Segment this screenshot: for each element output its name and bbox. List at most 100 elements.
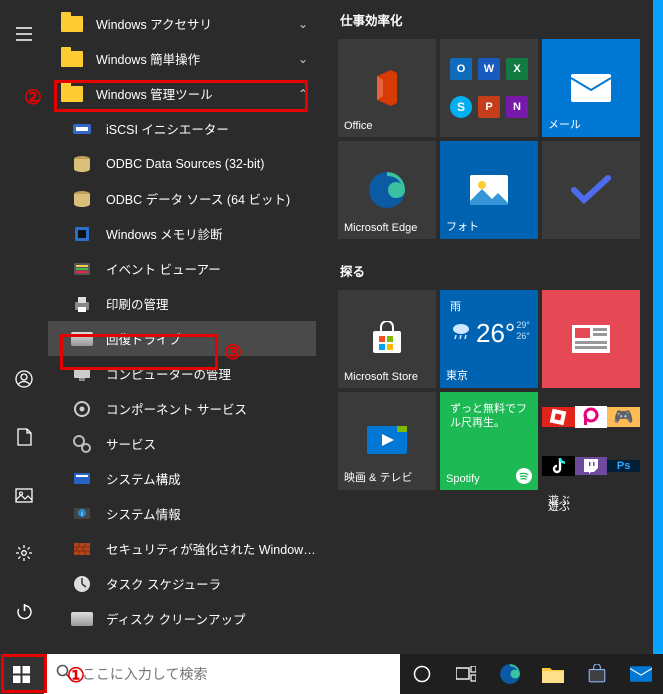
app-windows-defender-firewall[interactable]: セキュリティが強化された Windows Def...	[48, 531, 316, 566]
cortana-button[interactable]	[400, 654, 444, 694]
app-folder-windows-admin-tools[interactable]: Windows 管理ツール ⌃	[48, 76, 316, 111]
tile-group-title-productivity[interactable]: 仕事効率化	[340, 10, 653, 29]
broom-disk-icon	[70, 607, 94, 631]
tile-play-folder[interactable]: 🎮 Ps 遊ぶ	[542, 392, 640, 490]
odbc-icon	[70, 152, 94, 176]
nav-menu-button[interactable]	[0, 14, 48, 54]
all-apps-list: Windows アクセサリ ⌄ Windows 簡単操作 ⌄ Windows 管…	[48, 0, 316, 655]
powerpoint-icon: P	[478, 96, 500, 118]
app-services[interactable]: サービス	[48, 426, 316, 461]
start-menu: Windows アクセサリ ⌄ Windows 簡単操作 ⌄ Windows 管…	[0, 0, 653, 655]
check-icon	[570, 174, 612, 206]
tile-todo[interactable]	[542, 141, 640, 239]
start-button[interactable]	[0, 654, 44, 694]
user-account-button[interactable]	[0, 359, 48, 399]
compmgmt-icon	[70, 362, 94, 386]
game-icon: 🎮	[607, 407, 640, 427]
app-label: イベント ビューアー	[106, 259, 316, 278]
app-odbc-64[interactable]: ODBC データ ソース (64 ビット)	[48, 181, 316, 216]
skype-icon: S	[450, 96, 472, 118]
photos-icon	[470, 175, 508, 205]
app-folder-windows-accessories[interactable]: Windows アクセサリ ⌄	[48, 6, 316, 41]
taskbar	[0, 654, 663, 694]
app-event-viewer[interactable]: イベント ビューアー	[48, 251, 316, 286]
word-icon: W	[478, 58, 500, 80]
mail-icon	[571, 74, 611, 102]
tile-label: 映画 & テレビ	[344, 469, 412, 485]
app-label: ODBC Data Sources (32-bit)	[106, 157, 316, 171]
gears-icon	[70, 432, 94, 456]
tile-m365-apps[interactable]: O W X S P N	[440, 39, 538, 137]
edge-icon	[367, 170, 407, 210]
tile-mail[interactable]: メール	[542, 39, 640, 137]
app-label: システム構成	[106, 469, 316, 488]
photoshop-icon: Ps	[607, 460, 640, 472]
office-icon	[369, 68, 405, 108]
tile-news[interactable]	[542, 290, 640, 388]
app-memory-diagnostic[interactable]: Windows メモリ診断	[48, 216, 316, 251]
task-view-button[interactable]	[444, 654, 488, 694]
drive-icon	[70, 327, 94, 351]
iscsi-icon	[70, 117, 94, 141]
weather-temp: 26°	[476, 318, 515, 349]
app-odbc-32[interactable]: ODBC Data Sources (32-bit)	[48, 146, 316, 181]
app-label: 印刷の管理	[106, 294, 316, 313]
memory-chip-icon	[70, 222, 94, 246]
app-label: iSCSI イニシエーター	[106, 119, 316, 138]
tile-weather[interactable]: 雨 26° 29° 26° 東京	[440, 290, 538, 388]
folder-icon	[60, 47, 84, 71]
tile-microsoft-store[interactable]: Microsoft Store	[338, 290, 436, 388]
annotation-label-2: ②	[24, 85, 42, 110]
outlook-icon: O	[450, 58, 472, 80]
tile-label: 東京	[446, 367, 468, 383]
tile-edge[interactable]: Microsoft Edge	[338, 141, 436, 239]
app-print-management[interactable]: 印刷の管理	[48, 286, 316, 321]
eventvwr-icon	[70, 257, 94, 281]
app-label: ディスク クリーンアップ	[106, 609, 316, 628]
roblox-icon	[542, 407, 575, 427]
app-system-configuration[interactable]: システム構成	[48, 461, 316, 496]
taskbar-mail[interactable]	[619, 654, 663, 694]
tiktok-icon	[542, 456, 575, 476]
chevron-down-icon: ⌄	[296, 17, 316, 31]
app-folder-windows-ease-of-access[interactable]: Windows 簡単操作 ⌄	[48, 41, 316, 76]
folder-icon	[60, 12, 84, 36]
app-iscsi-initiator[interactable]: iSCSI イニシエーター	[48, 111, 316, 146]
tile-label: Microsoft Edge	[344, 222, 417, 234]
weather-range: 29° 26°	[516, 320, 530, 342]
app-system-information[interactable]: i システム情報	[48, 496, 316, 531]
odbc-icon	[70, 187, 94, 211]
tile-photos[interactable]: フォト	[440, 141, 538, 239]
documents-button[interactable]	[0, 417, 48, 457]
spotify-promo-text: ずっと無料でフル尺再生。	[450, 402, 528, 431]
app-recovery-drive[interactable]: 回復ドライブ	[48, 321, 316, 356]
settings-button[interactable]	[0, 533, 48, 573]
clock-icon	[70, 572, 94, 596]
search-input[interactable]	[82, 666, 388, 682]
tile-label: Microsoft Store	[344, 371, 418, 383]
power-button[interactable]	[0, 591, 48, 631]
app-task-scheduler[interactable]: タスク スケジューラ	[48, 566, 316, 601]
folder-icon	[60, 82, 84, 106]
app-component-services[interactable]: コンポーネント サービス	[48, 391, 316, 426]
store-icon	[369, 321, 405, 357]
taskbar-store[interactable]	[575, 654, 619, 694]
taskbar-explorer[interactable]	[531, 654, 575, 694]
tile-movies-tv[interactable]: 映画 & テレビ	[338, 392, 436, 490]
twitch-icon	[575, 457, 608, 475]
news-icon	[572, 325, 610, 353]
chevron-up-icon: ⌃	[296, 87, 316, 101]
tile-spotify[interactable]: ずっと無料でフル尺再生。 Spotify	[440, 392, 538, 490]
app-computer-management[interactable]: コンピューターの管理	[48, 356, 316, 391]
movies-icon	[367, 426, 407, 456]
app-disk-cleanup[interactable]: ディスク クリーンアップ	[48, 601, 316, 636]
tile-office[interactable]: Office	[338, 39, 436, 137]
pictures-button[interactable]	[0, 475, 48, 515]
taskbar-edge[interactable]	[488, 654, 532, 694]
app-label: 回復ドライブ	[106, 329, 316, 348]
taskbar-search[interactable]	[44, 654, 400, 694]
chevron-down-icon: ⌄	[296, 52, 316, 66]
app-label: タスク スケジューラ	[106, 574, 316, 593]
tile-group-title-explore[interactable]: 探る	[340, 261, 653, 280]
picsart-icon	[575, 406, 608, 428]
